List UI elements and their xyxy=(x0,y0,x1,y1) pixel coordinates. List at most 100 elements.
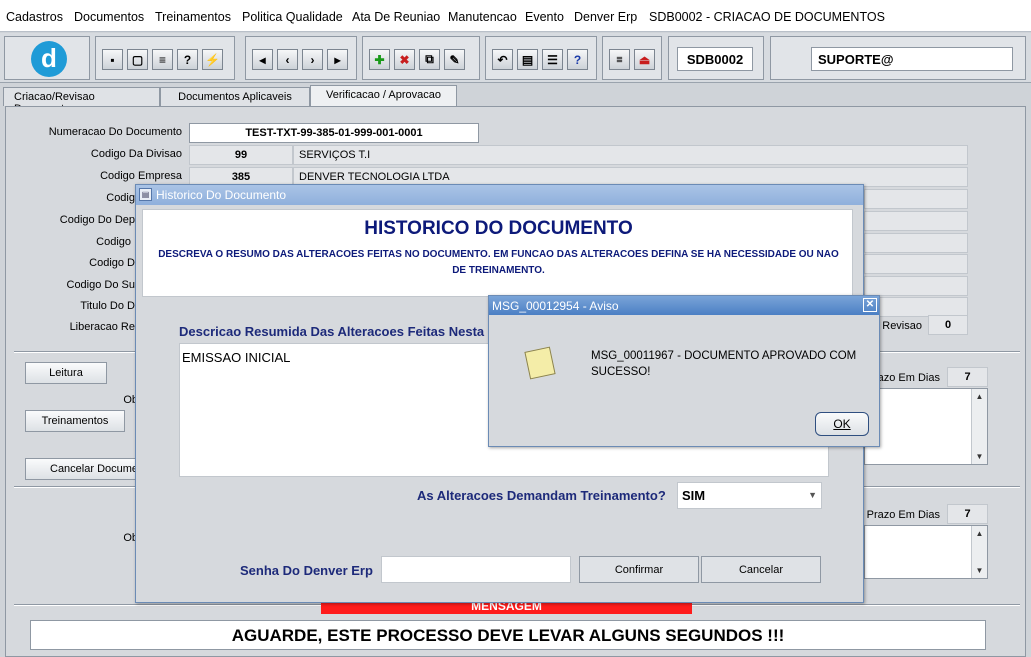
obs2-label: Ob xyxy=(123,532,138,544)
historico-header: HISTORICO DO DOCUMENTO DESCREVA O RESUMO… xyxy=(142,209,853,297)
menu-icon[interactable]: ≣ xyxy=(609,49,630,70)
exit-icon[interactable]: ⏏ xyxy=(634,49,655,70)
delete-record-icon[interactable]: ✖ xyxy=(394,49,415,70)
historico-heading: HISTORICO DO DOCUMENTO xyxy=(364,218,633,239)
insert-record-icon[interactable]: ✚ xyxy=(369,49,390,70)
menu-cadastros[interactable]: Cadastros xyxy=(6,10,63,24)
clipboard-icon[interactable]: ▤ xyxy=(517,49,538,70)
previous-record-icon[interactable]: ‹ xyxy=(277,49,298,70)
row7-field xyxy=(864,276,968,296)
row5-label: Codigo xyxy=(96,236,131,248)
row6-field xyxy=(864,254,968,274)
historico-titlebar[interactable]: ▤ Historico Do Documento xyxy=(136,185,863,205)
leitura-button[interactable]: Leitura xyxy=(25,362,107,384)
obs1-textarea[interactable]: ▲ ▼ xyxy=(864,388,988,465)
scroll-down-icon[interactable]: ▼ xyxy=(972,563,987,578)
toolbar-group-exit: ≣ ⏏ xyxy=(602,36,662,80)
toolbar-group-edit: ↶ ▤ ☰ ? xyxy=(485,36,597,80)
toolbar-group-nav: ◂ ‹ › ▸ xyxy=(245,36,357,80)
undo-icon[interactable]: ↶ xyxy=(492,49,513,70)
scroll-down-icon[interactable]: ▼ xyxy=(972,449,987,464)
message-box: MSG_00012954 - Aviso ✕ MSG_00011967 - DO… xyxy=(488,295,880,447)
menu-ata-de-reuniao[interactable]: Ata De Reuniao xyxy=(352,10,440,24)
execute-query-icon[interactable]: ⚡ xyxy=(202,49,223,70)
revisao-field: 0 xyxy=(928,315,968,335)
row3-field xyxy=(864,189,968,209)
list-values-icon[interactable]: ☰ xyxy=(542,49,563,70)
screen-code: SDB0002 xyxy=(677,47,753,71)
note-icon xyxy=(524,346,556,380)
confirmar-button[interactable]: Confirmar xyxy=(579,556,699,583)
tab-verificacao-aprovacao[interactable]: Verificacao / Aprovacao xyxy=(310,85,457,106)
cancelar-button[interactable]: Cancelar xyxy=(701,556,821,583)
window-icon: ▤ xyxy=(139,188,152,201)
divisao-label: Codigo Da Divisao xyxy=(90,148,182,160)
window-title: SDB0002 - CRIACAO DE DOCUMENTOS xyxy=(649,10,885,24)
row6-label: Codigo D xyxy=(89,257,135,269)
row3-label: Codig xyxy=(106,192,135,204)
menu-treinamentos[interactable]: Treinamentos xyxy=(155,10,231,24)
revisao-label: Revisao xyxy=(882,320,922,332)
row9-label: Liberacao Re xyxy=(69,321,135,333)
numeracao-label: Numeracao Do Documento xyxy=(48,126,182,138)
message-text: MSG_00011967 - DOCUMENTO APROVADO COM SU… xyxy=(591,350,857,378)
prazo2-label: Prazo Em Dias xyxy=(866,509,940,521)
scroll-up-icon[interactable]: ▲ xyxy=(972,389,987,404)
prazo2-field[interactable]: 7 xyxy=(947,504,988,524)
save-icon[interactable]: ▪ xyxy=(102,49,123,70)
denver-logo-icon: d xyxy=(31,41,67,77)
query-icon[interactable]: ? xyxy=(177,49,198,70)
senha-label: Senha Do Denver Erp xyxy=(240,563,373,578)
print-icon[interactable]: ≡ xyxy=(152,49,173,70)
cancelar-documento-button[interactable]: Cancelar Docume xyxy=(25,458,140,480)
help-icon[interactable]: ? xyxy=(567,49,588,70)
screen-code-group: SDB0002 xyxy=(668,36,764,80)
tab-documentos-aplicaveis[interactable]: Documentos Aplicaveis xyxy=(160,87,310,106)
obs1-label: Ob xyxy=(123,394,138,406)
toolbar: d ▪ ▢ ≡ ? ⚡ ◂ ‹ › ▸ ✚ ✖ ⧉ ✎ ↶ ▤ ☰ ? ≣ ⏏ … xyxy=(0,33,1031,83)
treinamento-select[interactable]: SIM ▼ xyxy=(677,482,822,509)
logo-group: d xyxy=(4,36,90,80)
first-record-icon[interactable]: ◂ xyxy=(252,49,273,70)
user-name: SUPORTE@ xyxy=(811,47,1013,71)
message-box-title: MSG_00012954 - Aviso xyxy=(492,299,619,313)
row5-field xyxy=(864,233,968,253)
message-box-titlebar[interactable]: MSG_00012954 - Aviso ✕ xyxy=(489,296,879,315)
toolbar-group-file: ▪ ▢ ≡ ? ⚡ xyxy=(95,36,235,80)
menu-manutencao[interactable]: Manutencao xyxy=(448,10,517,24)
menu-denver-erp[interactable]: Denver Erp xyxy=(574,10,637,24)
menu-documentos[interactable]: Documentos xyxy=(74,10,144,24)
obs2-scrollbar[interactable]: ▲ ▼ xyxy=(971,526,987,578)
treinamento-label: As Alteracoes Demandam Treinamento? xyxy=(417,488,666,503)
row4-label: Codigo Do Dep xyxy=(59,214,135,226)
row4-field xyxy=(864,211,968,231)
user-group: SUPORTE@ xyxy=(770,36,1026,80)
tab-criacao-revisao[interactable]: Criacao/Revisao Documento xyxy=(3,87,160,115)
scroll-up-icon[interactable]: ▲ xyxy=(972,526,987,541)
window-icon[interactable]: ▢ xyxy=(127,49,148,70)
clear-record-icon[interactable]: ✎ xyxy=(444,49,465,70)
duplicate-record-icon[interactable]: ⧉ xyxy=(419,49,440,70)
divisao-code-field[interactable]: 99 xyxy=(189,145,293,165)
treinamentos-button[interactable]: Treinamentos xyxy=(25,410,125,432)
treinamento-value: SIM xyxy=(682,488,706,503)
obs2-textarea[interactable]: ▲ ▼ xyxy=(864,525,988,579)
divisao-name-field: SERVIÇOS T.I xyxy=(293,145,968,165)
close-icon[interactable]: ✕ xyxy=(863,298,877,312)
last-record-icon[interactable]: ▸ xyxy=(327,49,348,70)
historico-description: DESCREVA O RESUMO DAS ALTERACOES FEITAS … xyxy=(158,249,839,276)
chevron-down-icon[interactable]: ▼ xyxy=(808,490,817,500)
historico-window-title: Historico Do Documento xyxy=(156,188,287,202)
tab-bar: Criacao/Revisao Documento Documentos Apl… xyxy=(0,84,1031,115)
menu-politica-qualidade[interactable]: Politica Qualidade xyxy=(242,10,343,24)
numeracao-field[interactable]: TEST-TXT-99-385-01-999-001-0001 xyxy=(189,123,479,143)
prazo1-field[interactable]: 7 xyxy=(947,367,988,387)
row8-label: Titulo Do D xyxy=(80,300,135,312)
next-record-icon[interactable]: › xyxy=(302,49,323,70)
menu-bar: Cadastros Documentos Treinamentos Politi… xyxy=(0,0,1031,32)
row7-label: Codigo Do Su xyxy=(66,279,136,291)
obs1-scrollbar[interactable]: ▲ ▼ xyxy=(971,389,987,464)
ok-button[interactable]: OK xyxy=(815,412,869,436)
senha-input[interactable] xyxy=(381,556,571,583)
menu-evento[interactable]: Evento xyxy=(525,10,564,24)
